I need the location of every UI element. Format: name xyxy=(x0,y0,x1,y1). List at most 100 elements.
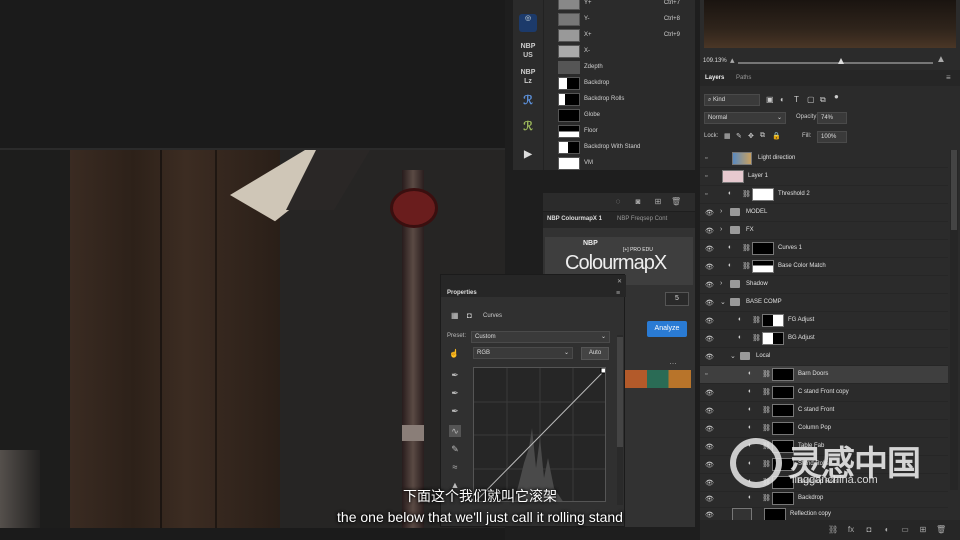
expand-chevron-icon[interactable]: › xyxy=(720,280,722,287)
nbp-circle-icon[interactable]: ◎ xyxy=(519,14,537,32)
trash-icon[interactable]: 🗑 xyxy=(936,525,946,535)
lock-pixels-icon[interactable]: ▦ xyxy=(724,132,731,140)
layer-row[interactable]: ▫ Light direction xyxy=(700,150,948,168)
zoom-slider[interactable] xyxy=(738,62,933,64)
preset-select[interactable]: Custom ⌄ xyxy=(471,331,610,343)
expand-chevron-icon[interactable]: › xyxy=(720,208,722,215)
load-selection-icon[interactable]: ◌ xyxy=(613,197,623,207)
tab-nbp-freqsep[interactable]: NBP Freqsep Cont xyxy=(617,216,667,222)
layer-row[interactable]: ▫ Layer 1 xyxy=(700,168,948,186)
panel-menu-icon[interactable]: ≡ xyxy=(946,73,951,82)
save-selection-icon[interactable]: ◙ xyxy=(633,197,643,207)
visibility-toggle[interactable]: ▫ xyxy=(705,371,707,378)
collapse-chevron-icon[interactable]: ⌄ xyxy=(730,352,736,360)
visibility-toggle[interactable]: 👁 xyxy=(705,299,714,307)
zoom-in-icon[interactable]: ▲ xyxy=(936,54,946,65)
channel-row[interactable]: Backdrop With Stand xyxy=(544,140,696,156)
visibility-toggle[interactable]: ▫ xyxy=(705,155,707,162)
visibility-toggle[interactable]: 👁 xyxy=(705,317,714,325)
visibility-toggle[interactable]: 👁 xyxy=(705,425,714,433)
curves-graph[interactable] xyxy=(473,367,606,502)
brush-green-icon[interactable]: ℛ xyxy=(519,120,537,140)
visibility-toggle[interactable]: 👁 xyxy=(705,209,714,217)
visibility-toggle[interactable]: 👁 xyxy=(705,227,714,235)
visibility-toggle[interactable]: 👁 xyxy=(705,407,714,415)
trash-icon[interactable]: 🗑 xyxy=(671,197,681,207)
filter-adjustment-icon[interactable]: ◐ xyxy=(780,95,785,104)
visibility-toggle[interactable]: 👁 xyxy=(705,461,714,469)
channel-row[interactable]: Zdepth xyxy=(544,60,696,76)
target-adjust-icon[interactable]: ☝ xyxy=(449,349,459,358)
curve-point[interactable] xyxy=(600,368,606,374)
white-point-eyedropper-icon[interactable]: ✒ xyxy=(449,405,461,417)
expand-chevron-icon[interactable]: › xyxy=(720,226,722,233)
nbp-us-button[interactable]: NBP US xyxy=(519,42,537,60)
pencil-icon[interactable]: ✎ xyxy=(449,443,461,455)
layer-row[interactable]: 👁 ◐ ⛓ C stand Front xyxy=(700,402,948,420)
channel-row[interactable]: X+ Ctrl+9 xyxy=(544,28,696,44)
analyze-button[interactable]: Analyze xyxy=(647,321,687,337)
lock-all-icon[interactable]: 🔒 xyxy=(772,132,781,140)
fx-icon[interactable]: fx xyxy=(846,525,856,535)
nbp-number-field[interactable]: 5 xyxy=(665,292,689,306)
layer-row[interactable]: 👁 ◐ ⛓ C stand Front copy xyxy=(700,384,948,402)
channel-row[interactable]: Backdrop xyxy=(544,76,696,92)
lock-brush-icon[interactable]: ✎ xyxy=(736,132,742,140)
channel-row[interactable]: X- xyxy=(544,44,696,60)
black-point-eyedropper-icon[interactable]: ✒ xyxy=(449,369,461,381)
add-mask-icon[interactable]: ◘ xyxy=(864,525,874,535)
layer-row[interactable]: 👁 ⌄ BASE COMP xyxy=(700,294,948,312)
visibility-toggle[interactable]: 👁 xyxy=(705,389,714,397)
new-layer-icon[interactable]: ⊞ xyxy=(918,525,928,535)
layer-row[interactable]: 👁 › Shadow xyxy=(700,276,948,294)
layer-row-selected[interactable]: ▫ ◐ ⛓ Barn Doors xyxy=(700,366,948,384)
layer-row[interactable]: 👁 ◐ ⛓ BG Adjust xyxy=(700,330,948,348)
zoom-level[interactable]: 109.13% xyxy=(703,58,727,64)
smooth-icon[interactable]: ≈ xyxy=(449,461,461,473)
gray-point-eyedropper-icon[interactable]: ✒ xyxy=(449,387,461,399)
filter-shape-icon[interactable]: ▢ xyxy=(807,95,815,104)
filter-toggle-icon[interactable]: ● xyxy=(834,92,839,101)
visibility-toggle[interactable]: 👁 xyxy=(705,443,714,451)
channel-row[interactable]: Y+ Ctrl+7 xyxy=(544,0,696,12)
filter-type-icon[interactable]: T xyxy=(794,95,799,104)
channel-row[interactable]: Globe xyxy=(544,108,696,124)
tab-nbp-colourmap[interactable]: NBP ColourmapX 1 xyxy=(547,216,602,222)
play-icon[interactable]: ▶ xyxy=(519,150,537,168)
visibility-toggle[interactable]: 👁 xyxy=(705,335,714,343)
visibility-toggle[interactable]: ▫ xyxy=(705,191,707,198)
new-channel-icon[interactable]: ⊞ xyxy=(653,197,663,207)
visibility-toggle[interactable]: 👁 xyxy=(705,281,714,289)
visibility-toggle[interactable]: ▫ xyxy=(705,173,707,180)
layer-row[interactable]: 👁 ◐ ⛓ Base Color Match xyxy=(700,258,948,276)
link-layers-icon[interactable]: ⛓ xyxy=(828,525,838,535)
fill-field[interactable]: 100% xyxy=(817,131,847,143)
lock-artboard-icon[interactable]: ⧉ xyxy=(760,132,765,140)
image-canvas[interactable] xyxy=(0,150,505,528)
collapse-chevron-icon[interactable]: ⌄ xyxy=(720,298,726,306)
curves-adjustment-icon[interactable]: ▦ xyxy=(451,311,459,320)
navigator-preview[interactable] xyxy=(704,0,956,48)
opacity-field[interactable]: 74% xyxy=(817,112,847,124)
scrollbar-thumb[interactable] xyxy=(617,337,623,447)
properties-title[interactable]: Properties xyxy=(447,290,477,296)
channel-row[interactable]: Backdrop Rolls xyxy=(544,92,696,108)
filter-pixel-icon[interactable]: ▣ xyxy=(766,95,774,104)
new-group-icon[interactable]: ▭ xyxy=(900,525,910,535)
layer-row[interactable]: 👁 ◐ ⛓ Curves 1 xyxy=(700,240,948,258)
visibility-toggle[interactable]: 👁 xyxy=(705,263,714,271)
tab-paths[interactable]: Paths xyxy=(736,75,751,81)
layer-row[interactable]: 👁 ⌄ Local xyxy=(700,348,948,366)
lock-move-icon[interactable]: ✥ xyxy=(748,132,754,140)
layer-row[interactable]: 👁 › FX xyxy=(700,222,948,240)
blend-mode-select[interactable]: Normal ⌄ xyxy=(704,112,786,124)
filter-kind-select[interactable]: ⌕ Kind xyxy=(704,94,760,106)
nbp-lz-button[interactable]: NBP Lz xyxy=(519,68,537,86)
filter-smart-object-icon[interactable]: ⧉ xyxy=(820,95,826,105)
close-icon[interactable]: ✕ xyxy=(617,278,622,285)
layer-row[interactable]: 👁 ◐ ⛓ FG Adjust xyxy=(700,312,948,330)
curve-edit-icon[interactable]: ∿ xyxy=(449,425,461,437)
new-adjustment-icon[interactable]: ◐ xyxy=(882,525,892,535)
mask-icon[interactable]: ◘ xyxy=(467,311,472,320)
visibility-toggle[interactable]: 👁 xyxy=(705,353,714,361)
